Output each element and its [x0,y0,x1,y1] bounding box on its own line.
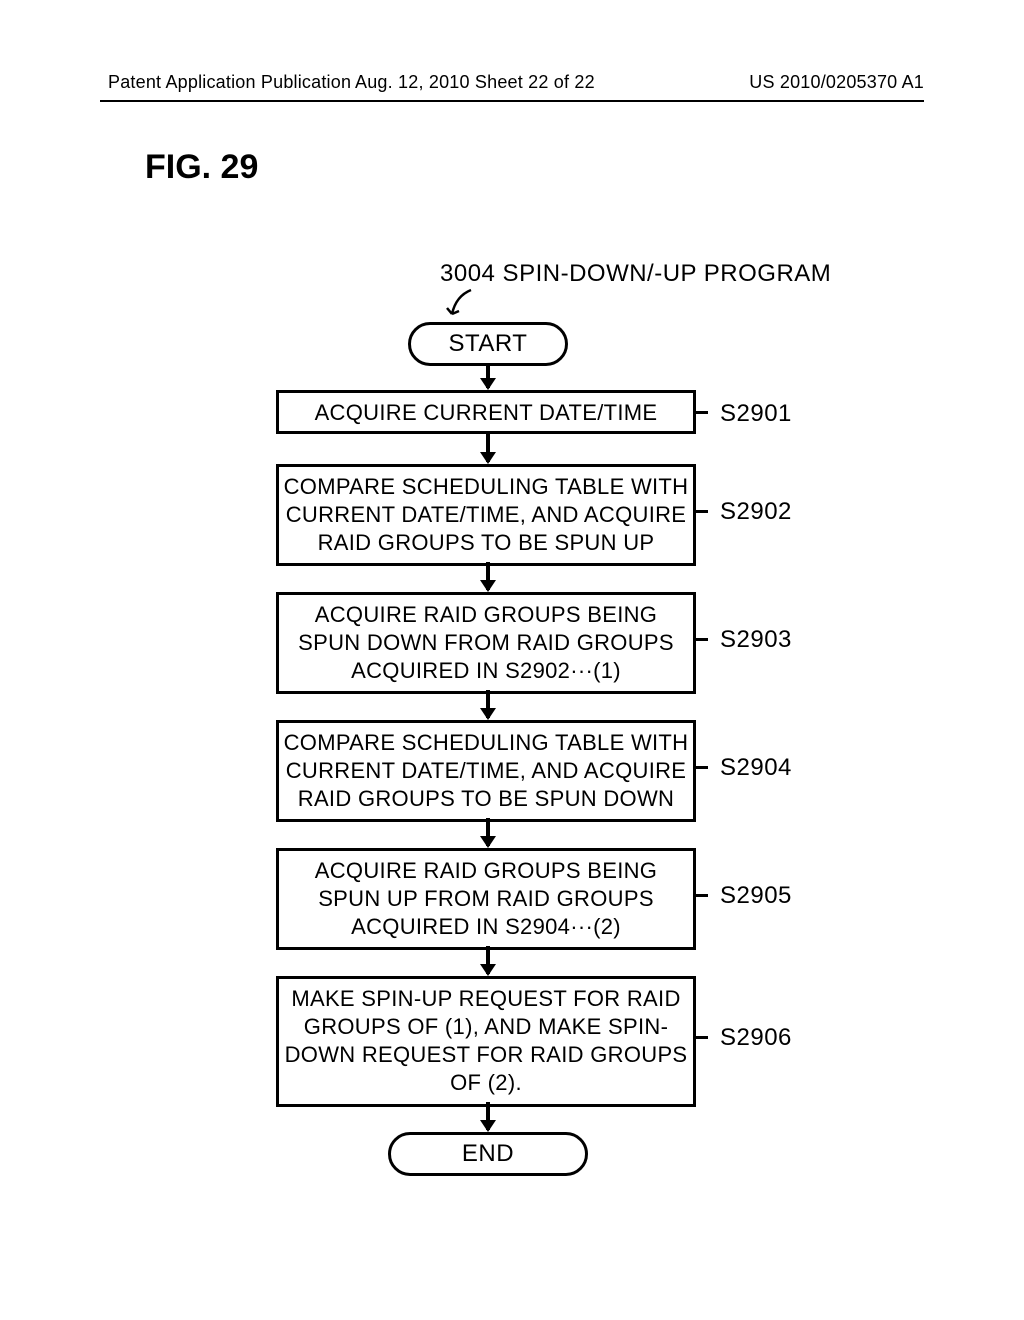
arrow-icon [486,562,490,590]
end-label: END [462,1140,514,1168]
label-tick [696,638,708,641]
label-tick [696,411,708,414]
start-label: START [449,330,528,358]
step-text: ACQUIRE RAID GROUPS BEING SPUN UP FROM R… [315,858,657,939]
end-terminator: END [388,1132,588,1176]
step-text: MAKE SPIN-UP REQUEST FOR RAID GROUPS OF … [285,986,688,1095]
start-terminator: START [408,322,568,366]
label-tick [696,510,708,513]
step-text: ACQUIRE RAID GROUPS BEING SPUN DOWN FROM… [298,602,674,683]
arrow-icon [486,434,490,462]
arrow-icon [486,690,490,718]
step-label-s2902: S2902 [720,498,792,526]
label-tick [696,766,708,769]
header-mid: Aug. 12, 2010 Sheet 22 of 22 [355,72,595,93]
step-label-s2904: S2904 [720,754,792,782]
header-left: Patent Application Publication [108,72,351,93]
step-text: ACQUIRE CURRENT DATE/TIME [315,400,658,425]
step-s2902: COMPARE SCHEDULING TABLE WITH CURRENT DA… [276,464,696,566]
step-s2904: COMPARE SCHEDULING TABLE WITH CURRENT DA… [276,720,696,822]
step-label-s2905: S2905 [720,882,792,910]
step-label-s2901: S2901 [720,400,792,428]
step-label-s2906: S2906 [720,1024,792,1052]
label-tick [696,1036,708,1039]
arrow-icon [486,1102,490,1130]
arrow-icon [486,818,490,846]
step-s2901: ACQUIRE CURRENT DATE/TIME [276,390,696,434]
step-text: COMPARE SCHEDULING TABLE WITH CURRENT DA… [284,474,689,555]
header-right: US 2010/0205370 A1 [749,72,924,93]
step-label-s2903: S2903 [720,626,792,654]
arrow-icon [486,946,490,974]
step-s2903: ACQUIRE RAID GROUPS BEING SPUN DOWN FROM… [276,592,696,694]
arrow-icon [486,366,490,388]
header-rule [100,100,924,102]
step-s2906: MAKE SPIN-UP REQUEST FOR RAID GROUPS OF … [276,976,696,1107]
lead-arrow-icon [446,288,476,318]
label-tick [696,894,708,897]
figure-label: FIG. 29 [145,148,258,187]
step-text: COMPARE SCHEDULING TABLE WITH CURRENT DA… [284,730,689,811]
program-caption: 3004 SPIN-DOWN/-UP PROGRAM [440,260,831,288]
step-s2905: ACQUIRE RAID GROUPS BEING SPUN UP FROM R… [276,848,696,950]
